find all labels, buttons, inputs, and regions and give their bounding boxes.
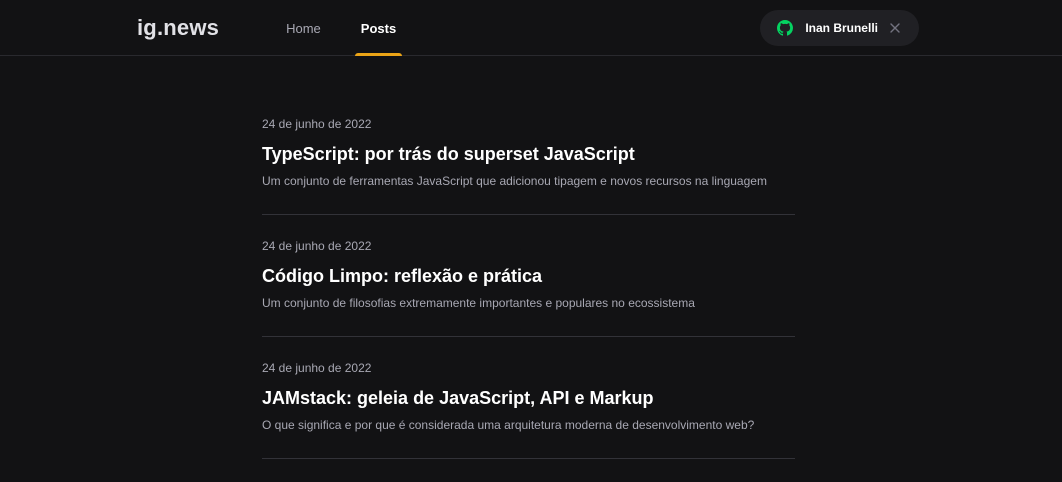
github-icon: [777, 20, 794, 36]
signed-in-user-button[interactable]: Inan Brunelli: [760, 10, 919, 46]
post-title[interactable]: JAMstack: geleia de JavaScript, API e Ma…: [262, 388, 654, 409]
post-item[interactable]: 24 de junho de 2022 TypeScript: por trás…: [262, 56, 795, 215]
posts-list: 24 de junho de 2022 TypeScript: por trás…: [262, 56, 795, 459]
site-logo[interactable]: ig.news: [137, 15, 219, 41]
post-item[interactable]: 24 de junho de 2022 Código Limpo: reflex…: [262, 215, 795, 337]
post-title[interactable]: Código Limpo: reflexão e prática: [262, 266, 542, 287]
nav-home-link[interactable]: Home: [284, 0, 323, 56]
post-date: 24 de junho de 2022: [262, 361, 372, 375]
post-item[interactable]: 24 de junho de 2022 JAMstack: geleia de …: [262, 337, 795, 459]
post-excerpt: Um conjunto de ferramentas JavaScript qu…: [262, 174, 767, 188]
post-title[interactable]: TypeScript: por trás do superset JavaScr…: [262, 144, 635, 165]
site-header: ig.news Home Posts Inan Brunelli: [0, 0, 1062, 56]
user-name: Inan Brunelli: [805, 21, 878, 35]
nav-posts-link[interactable]: Posts: [354, 0, 403, 56]
header-content: ig.news Home Posts Inan Brunelli: [137, 0, 919, 56]
main-nav: Home Posts: [284, 0, 434, 56]
post-date: 24 de junho de 2022: [262, 239, 372, 253]
post-excerpt: Um conjunto de filosofias extremamente i…: [262, 296, 695, 310]
post-excerpt: O que significa e por que é considerada …: [262, 418, 755, 432]
post-date: 24 de junho de 2022: [262, 117, 372, 131]
close-icon[interactable]: [890, 23, 900, 33]
